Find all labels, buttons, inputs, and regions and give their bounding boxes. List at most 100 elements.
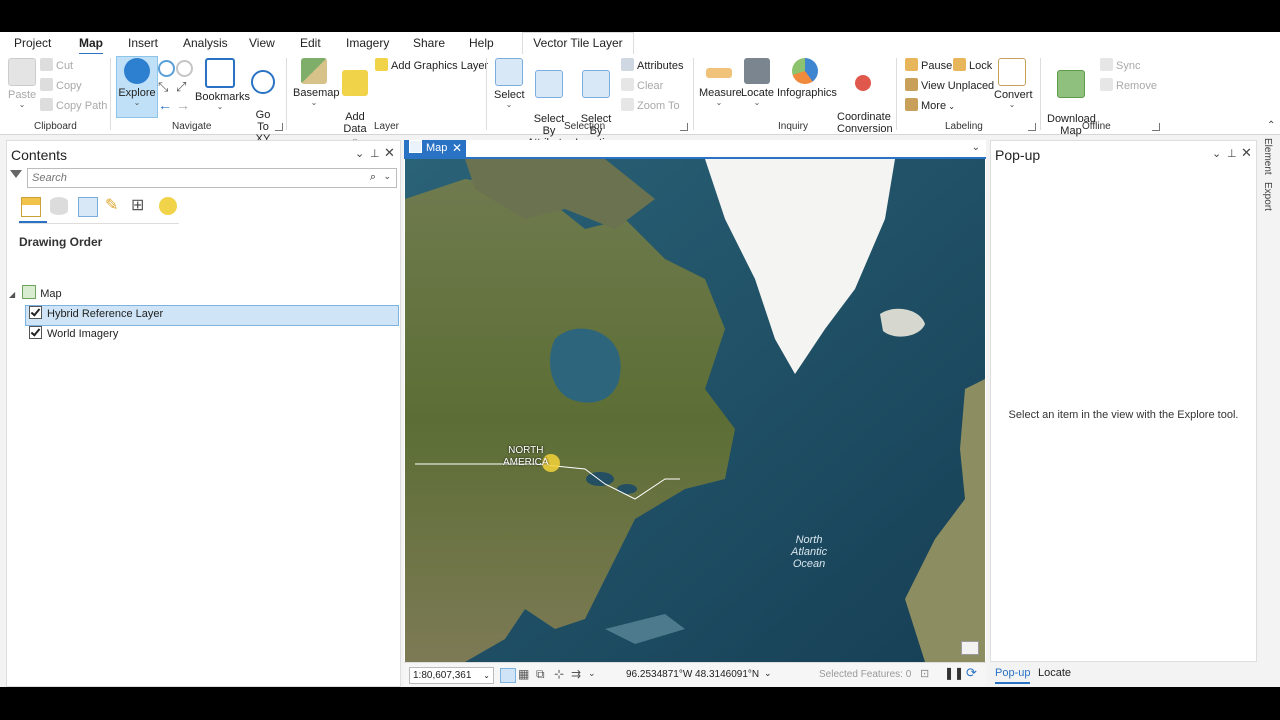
snapping-status-icon[interactable]: ⊹: [554, 667, 564, 681]
chevron-down-icon[interactable]: ⌄: [483, 668, 490, 683]
navigate-launcher-icon[interactable]: [275, 123, 283, 131]
layer-visibility-checkbox[interactable]: [29, 326, 42, 339]
drawing-order-icon[interactable]: [21, 197, 41, 217]
remove-button[interactable]: Remove: [1100, 78, 1157, 94]
side-tab-export[interactable]: Export: [1262, 182, 1273, 211]
lock-labeling-button[interactable]: Lock: [953, 58, 992, 74]
layer-row-world-imagery[interactable]: World Imagery: [29, 325, 118, 344]
select-button[interactable]: Select ⌄: [494, 58, 525, 109]
zoom-out-fixed-icon[interactable]: ⤢: [176, 79, 186, 95]
locate-button[interactable]: Locate ⌄: [741, 58, 774, 107]
tab-view[interactable]: View: [249, 36, 275, 50]
selection-view-icon[interactable]: [78, 197, 98, 217]
ribbon-separator: [1040, 58, 1041, 130]
selection-launcher-icon[interactable]: [680, 123, 688, 131]
grid-toggle-icon[interactable]: [500, 668, 516, 683]
pin-icon[interactable]: ⊥: [1227, 147, 1237, 160]
view-unplaced-button[interactable]: View Unplaced: [905, 78, 994, 94]
zoom-in-fixed-icon[interactable]: ⤡: [158, 79, 168, 95]
sync-button[interactable]: Sync: [1100, 58, 1140, 74]
ribbon-separator: [286, 58, 287, 130]
select-by-location-button[interactable]: Select By Location: [574, 58, 618, 149]
paste-button[interactable]: Paste ⌄: [8, 58, 36, 109]
filter-icon[interactable]: [10, 170, 22, 178]
full-extent-icon[interactable]: [158, 60, 175, 77]
close-icon[interactable]: ✕: [1241, 145, 1252, 161]
more-labeling-button[interactable]: More ⌄: [905, 98, 955, 114]
search-icon[interactable]: ⌕: [370, 171, 376, 184]
tab-vector-tile-layer[interactable]: Vector Tile Layer: [522, 32, 634, 54]
cut-button[interactable]: Cut: [40, 58, 73, 74]
clear-button[interactable]: Clear: [621, 78, 663, 94]
tab-popup[interactable]: Pop-up: [995, 667, 1031, 684]
labeling-launcher-icon[interactable]: [1028, 123, 1036, 131]
coordinate-conversion-button[interactable]: Coordinate Conversion: [837, 58, 893, 135]
close-icon[interactable]: ✕: [384, 145, 395, 161]
go-to-xy-button[interactable]: Go To XY: [250, 58, 276, 145]
chevron-down-icon[interactable]: ⌄: [764, 668, 772, 679]
tab-imagery[interactable]: Imagery: [346, 36, 389, 50]
tab-edit[interactable]: Edit: [300, 36, 321, 50]
scissors-icon: [40, 58, 53, 71]
globe-icon[interactable]: [176, 60, 193, 77]
explore-button[interactable]: Explore ⌄: [118, 58, 156, 107]
tab-share[interactable]: Share: [413, 36, 445, 50]
snapping-icon[interactable]: ⊞: [131, 197, 149, 215]
group-label-navigate: Navigate: [172, 121, 212, 132]
refresh-icon[interactable]: ⟳: [966, 665, 977, 681]
scale-selector[interactable]: 1:80,607,361 ⌄: [409, 667, 494, 684]
convert-button[interactable]: Convert ⌄: [994, 58, 1033, 109]
attributes-button[interactable]: Attributes: [621, 58, 683, 74]
tab-analysis[interactable]: Analysis: [183, 36, 228, 50]
expand-triangle-icon[interactable]: ◢: [9, 290, 15, 299]
navigate-small-tools: ⤡ ⤢ ← →: [158, 60, 193, 113]
labeling-view-icon[interactable]: [159, 197, 177, 215]
search-input[interactable]: [28, 169, 356, 187]
layer-row-hybrid-reference[interactable]: Hybrid Reference Layer: [29, 305, 163, 324]
close-icon[interactable]: ✕: [452, 140, 462, 157]
navigator-icon[interactable]: ⧉: [536, 667, 545, 682]
select-by-attributes-button[interactable]: Select By Attributes: [527, 58, 573, 149]
tab-project[interactable]: Project: [14, 36, 51, 50]
tab-help[interactable]: Help: [469, 36, 494, 50]
offline-launcher-icon[interactable]: [1152, 123, 1160, 131]
previous-extent-icon[interactable]: ←: [158, 97, 172, 113]
pause-labeling-button[interactable]: Pause: [905, 58, 952, 74]
tab-insert[interactable]: Insert: [128, 36, 158, 50]
chevron-down-icon[interactable]: ⌄: [588, 668, 596, 679]
constraints-icon[interactable]: ⇉: [571, 667, 581, 681]
tree-item-map[interactable]: ◢ Map: [9, 285, 62, 304]
tab-map[interactable]: Map: [79, 36, 103, 55]
selected-features-count[interactable]: Selected Features: 0: [819, 669, 911, 680]
zoom-to-button[interactable]: Zoom To: [621, 98, 680, 114]
infographics-button[interactable]: Infographics: [777, 58, 837, 99]
contents-title: Contents: [11, 147, 68, 163]
collapse-ribbon-icon[interactable]: ⌃: [1267, 120, 1275, 131]
pin-icon[interactable]: ⊥: [370, 147, 380, 160]
next-extent-icon[interactable]: →: [176, 97, 190, 113]
tab-locate[interactable]: Locate: [1038, 667, 1071, 679]
basemap-button[interactable]: Basemap ⌄: [293, 58, 339, 107]
ribbon-separator: [486, 58, 487, 130]
view-unplaced-icon: [905, 78, 918, 91]
pause-drawing-icon[interactable]: ❚❚: [944, 666, 964, 680]
chevron-down-icon[interactable]: ⌄: [972, 142, 980, 153]
group-label-clipboard: Clipboard: [34, 121, 77, 132]
copy-button[interactable]: Copy: [40, 78, 82, 94]
map-view-tab[interactable]: Map ✕: [404, 140, 466, 157]
copy-path-button[interactable]: Copy Path: [40, 98, 107, 114]
add-graphics-layer-button[interactable]: Add Graphics Layer: [375, 58, 488, 74]
basemap-attribution-icon[interactable]: [961, 641, 979, 655]
editing-pencil-icon[interactable]: ✎: [105, 197, 123, 215]
pane-options-icon[interactable]: ⌄: [1212, 147, 1221, 160]
chevron-down-icon[interactable]: ⌄: [383, 171, 391, 182]
side-tab-element[interactable]: Element: [1262, 138, 1273, 175]
zoom-selected-icon[interactable]: ⊡: [920, 667, 929, 680]
table-grid-icon[interactable]: ▦: [518, 667, 529, 681]
layer-visibility-checkbox[interactable]: [29, 306, 42, 319]
measure-button[interactable]: Measure ⌄: [699, 58, 742, 107]
data-source-icon[interactable]: [50, 197, 68, 215]
bookmarks-button[interactable]: Bookmarks ⌄: [195, 58, 250, 111]
map-canvas[interactable]: NORTH AMERICA North Atlantic Ocean: [405, 159, 985, 662]
pane-options-icon[interactable]: ⌄: [355, 147, 364, 160]
